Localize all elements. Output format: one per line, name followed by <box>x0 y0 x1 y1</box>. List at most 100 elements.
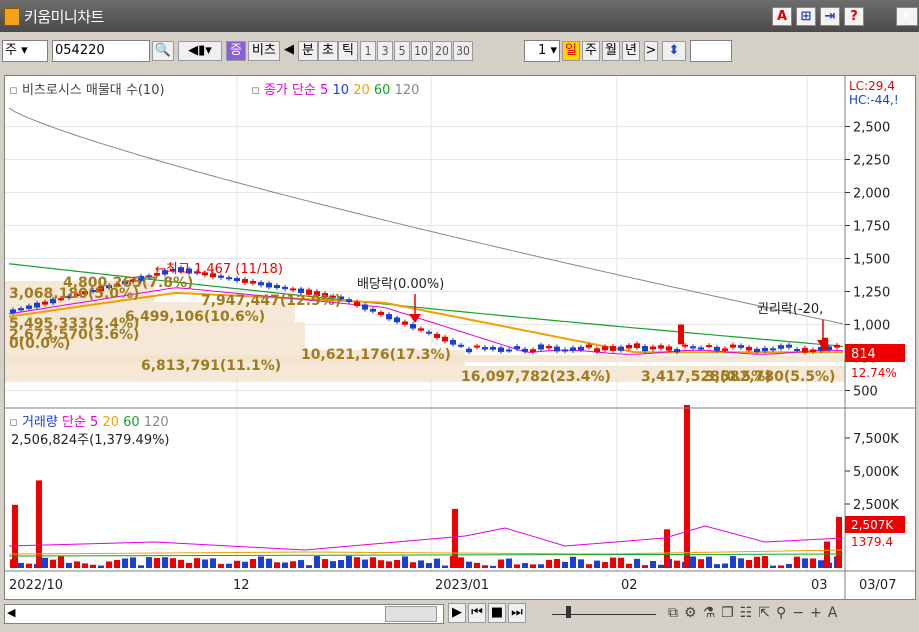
volume-bar <box>490 565 496 568</box>
candle <box>802 347 808 353</box>
volume-bar <box>482 565 488 568</box>
updown-button[interactable]: ⬍ <box>662 41 686 61</box>
volume-bar <box>370 557 376 568</box>
scroll-left-arrow[interactable]: ◀ <box>7 606 15 619</box>
num-20[interactable]: 20 <box>432 41 452 61</box>
num-5[interactable]: 5 <box>394 41 410 61</box>
code-input[interactable]: 054220 <box>52 40 150 62</box>
candle <box>18 308 24 311</box>
count-select[interactable]: 1 ▾ <box>524 40 560 62</box>
settings-icon[interactable]: ⚙ <box>684 605 703 621</box>
volume-text: 2,506,824주(1,379.49%) <box>11 433 170 448</box>
candle <box>442 336 448 342</box>
period-month[interactable]: 월 <box>602 41 620 61</box>
volume-legend: ▫ 거래량 단순 5 20 60 120 <box>9 415 169 430</box>
speed-slider-handle[interactable] <box>566 606 571 618</box>
volume-bar <box>26 563 32 568</box>
candle <box>474 345 480 348</box>
volume-bar <box>578 559 584 568</box>
volume-bar <box>586 564 592 568</box>
volume-bar <box>762 556 768 568</box>
volume-bar <box>266 558 272 568</box>
num-3[interactable]: 3 <box>377 41 393 61</box>
grid-button[interactable]: ⊞ <box>796 7 816 26</box>
vol-ma-20 <box>8 549 844 555</box>
volume-bar <box>162 557 168 568</box>
num-1[interactable]: 1 <box>360 41 376 61</box>
prev-arrow[interactable]: ◀ <box>282 41 296 61</box>
x-label-jan: 2023/01 <box>435 578 489 593</box>
candle <box>586 344 592 348</box>
volume-bar <box>42 557 48 568</box>
text-icon[interactable]: A <box>828 605 844 621</box>
scroll-thumb[interactable] <box>385 606 437 622</box>
volume-bar <box>498 559 504 568</box>
profile-label: 3,582,780(5.5%) <box>705 369 835 385</box>
volume-bar <box>618 557 624 568</box>
minus-icon[interactable]: − <box>792 605 810 621</box>
volume-bar <box>810 558 816 568</box>
cursor-icon[interactable]: ⇱ <box>758 605 776 621</box>
period-minute[interactable]: 분 <box>298 41 318 61</box>
close-button[interactable]: × <box>896 7 918 26</box>
candle <box>690 346 696 349</box>
num-10[interactable]: 10 <box>411 41 431 61</box>
volume-bar <box>178 559 184 568</box>
forward-button[interactable]: ⏭ <box>508 603 526 623</box>
candle <box>546 345 552 349</box>
profile-label: 10,621,176(17.3%) <box>301 347 451 363</box>
sound-button[interactable]: ◀▮▾ <box>178 41 222 61</box>
period-tick[interactable]: 틱 <box>338 41 358 61</box>
indicator-icon[interactable]: ⚗ <box>703 605 722 621</box>
num-30[interactable]: 30 <box>453 41 473 61</box>
volume-bar <box>394 559 400 568</box>
status-bar: ◀ ▶ ⏮ ■ ⏭ ⧉⚙⚗❐☷⇱⚲−+A <box>0 600 919 632</box>
play-button[interactable]: ▶ <box>448 603 466 623</box>
pin-button[interactable]: ⇥ <box>820 7 840 26</box>
copy-icon[interactable]: ⧉ <box>668 605 684 621</box>
stock-name[interactable]: 비츠 <box>248 41 280 61</box>
next-arrow[interactable]: > <box>644 41 658 61</box>
period-year[interactable]: 년 <box>622 41 640 61</box>
volume-bar <box>506 558 512 568</box>
candle <box>450 340 456 345</box>
help-button[interactable]: ? <box>844 7 864 26</box>
scroll-track[interactable]: ◀ <box>4 604 444 624</box>
volume-bar <box>146 557 152 568</box>
period-week[interactable]: 주 <box>582 41 600 61</box>
candle <box>42 301 48 305</box>
candle <box>642 345 648 352</box>
plus-icon[interactable]: + <box>810 605 828 621</box>
tab-jeung[interactable]: 증 <box>226 41 246 61</box>
volume-bar <box>250 559 256 568</box>
candle <box>346 299 352 303</box>
chevron-down-icon: ▾ <box>21 43 28 58</box>
stop-button[interactable]: ■ <box>488 603 506 623</box>
volume-bar <box>12 504 18 568</box>
market-select[interactable]: 주 ▾ <box>2 40 48 62</box>
search-button[interactable]: 🔍 <box>152 41 174 61</box>
chart-icon[interactable]: ☷ <box>740 605 759 621</box>
candle <box>682 344 688 347</box>
rewind-button[interactable]: ⏮ <box>468 603 486 623</box>
zoom-icon[interactable]: ⚲ <box>776 605 792 621</box>
volume-bar <box>658 564 664 568</box>
candle <box>290 288 296 291</box>
x-label-current-date: 03/07 <box>859 578 896 593</box>
candle <box>674 349 680 353</box>
volume-bar <box>346 555 352 568</box>
candle <box>378 311 384 316</box>
candle <box>410 324 416 329</box>
volume-bar <box>466 561 472 568</box>
volume-bar <box>642 565 648 568</box>
chart-area[interactable]: ▫ 비츠로시스 매물대 수(10) ▫ 종가 단순 5 10 20 60 120… <box>4 75 916 600</box>
volume-bar <box>522 563 528 568</box>
volume-bar <box>354 557 360 568</box>
volume-bar <box>824 541 830 568</box>
period-second[interactable]: 초 <box>318 41 338 61</box>
font-button[interactable]: A <box>772 7 792 26</box>
empty-field[interactable] <box>690 40 732 62</box>
window-icon[interactable]: ❐ <box>721 605 740 621</box>
period-day[interactable]: 일 <box>562 41 580 61</box>
candle <box>226 277 232 280</box>
